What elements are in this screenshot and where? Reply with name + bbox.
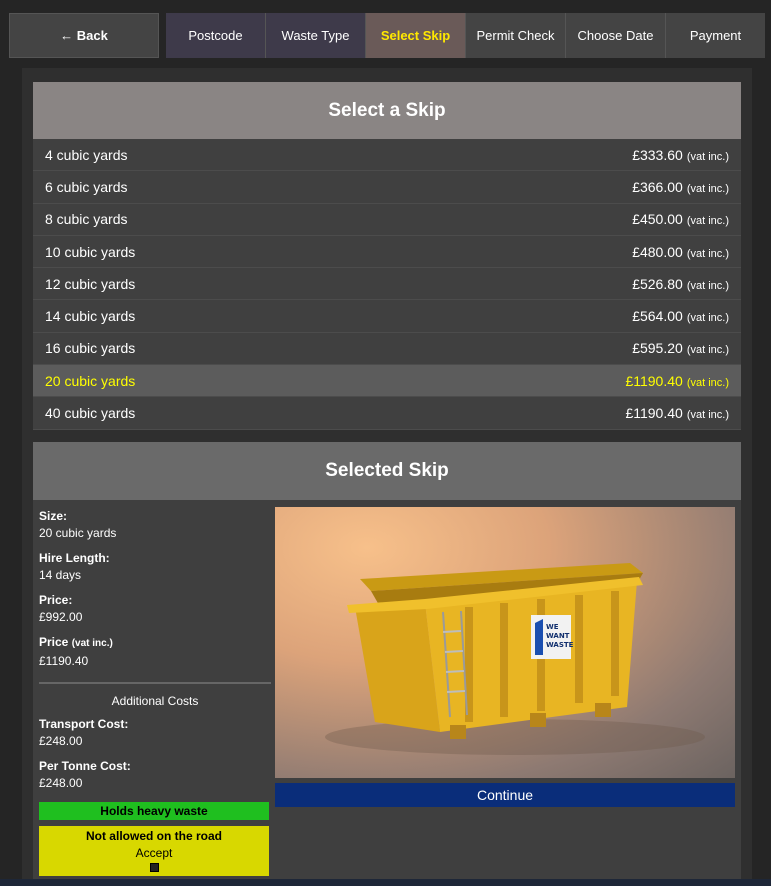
- additional-costs-heading: Additional Costs: [111, 694, 199, 708]
- price-vat-label: Price (vat inc.): [39, 634, 271, 652]
- skip-price-value: £1190.40: [625, 372, 683, 389]
- price-vat-value: £1190.40: [39, 654, 89, 668]
- step-payment[interactable]: Payment: [666, 13, 765, 58]
- skip-price-value: £480.00: [632, 243, 683, 260]
- skip-price-value: £564.00: [632, 308, 683, 325]
- skip-size: 16 cubic yards: [45, 340, 136, 357]
- skip-price-value: £366.00: [632, 178, 683, 195]
- vat-note: (vat inc.): [686, 409, 729, 422]
- skip-size: 10 cubic yards: [45, 243, 136, 260]
- price-value: £992.00: [39, 610, 83, 624]
- vat-note: (vat inc.): [686, 215, 729, 228]
- vat-note: (vat inc.): [686, 312, 729, 325]
- skip-price: £1190.40 (vat inc.): [625, 373, 729, 389]
- skip-price: £450.00 (vat inc.): [632, 211, 729, 227]
- skip-row-6[interactable]: 6 cubic yards £366.00 (vat inc.): [33, 171, 741, 204]
- back-button[interactable]: ← Back: [9, 13, 159, 58]
- price-vat-label-text: Price: [39, 635, 69, 649]
- vat-note: (vat inc.): [686, 247, 729, 260]
- skip-list-title: Select a Skip: [33, 82, 741, 139]
- bottom-bar: [0, 879, 771, 886]
- skip-price: £1190.40 (vat inc.): [625, 405, 729, 421]
- transport-cost-value: £248.00: [39, 734, 83, 748]
- skip-row-14[interactable]: 14 cubic yards £564.00 (vat inc.): [33, 300, 741, 333]
- continue-button[interactable]: Continue: [275, 783, 735, 807]
- skip-price-value: £333.60: [632, 146, 683, 163]
- skip-details: Size: 20 cubic yards Hire Length: 14 day…: [39, 508, 271, 792]
- skip-size: 12 cubic yards: [45, 275, 136, 292]
- divider: [39, 682, 271, 684]
- skip-price: £333.60 (vat inc.): [632, 147, 729, 163]
- heavy-waste-badge: Holds heavy waste: [39, 802, 269, 820]
- skip-row-20-selected[interactable]: 20 cubic yards £1190.40 (vat inc.): [33, 365, 741, 398]
- step-nav: Postcode Waste Type Select Skip Permit C…: [166, 13, 765, 58]
- skip-size: 40 cubic yards: [45, 405, 136, 422]
- skip-price-value: £450.00: [632, 211, 683, 228]
- selected-skip-title: Selected Skip: [33, 442, 741, 500]
- skip-price: £564.00 (vat inc.): [632, 308, 729, 324]
- step-choose-date[interactable]: Choose Date: [566, 13, 666, 58]
- size-value: 20 cubic yards: [39, 526, 117, 540]
- road-warning-text: Not allowed on the road: [85, 829, 222, 843]
- per-tonne-cost-value: £248.00: [39, 776, 83, 790]
- hire-length-value: 14 days: [39, 568, 82, 582]
- accept-checkbox[interactable]: [149, 863, 159, 872]
- skip-price-value: £526.80: [632, 275, 683, 292]
- vat-note: (vat inc.): [686, 344, 729, 357]
- vat-note: (vat inc.): [686, 279, 729, 292]
- skip-price-value: £595.20: [632, 340, 683, 357]
- transport-cost-label: Transport Cost:: [39, 717, 129, 731]
- price-vat-note: (vat inc.): [71, 638, 113, 649]
- size-label: Size:: [39, 509, 68, 523]
- skip-row-12[interactable]: 12 cubic yards £526.80 (vat inc.): [33, 268, 741, 301]
- selected-skip-panel: Size: 20 cubic yards Hire Length: 14 day…: [33, 500, 741, 886]
- skip-size: 6 cubic yards: [45, 178, 128, 195]
- step-waste-type[interactable]: Waste Type: [266, 13, 366, 58]
- road-warning-box: Not allowed on the road Accept: [39, 826, 269, 876]
- accept-label: Accept: [135, 846, 173, 860]
- per-tonne-cost-label: Per Tonne Cost:: [39, 759, 131, 773]
- step-select-skip[interactable]: Select Skip: [366, 13, 466, 58]
- skip-list: 4 cubic yards £333.60 (vat inc.) 6 cubic …: [33, 139, 741, 430]
- skip-size: 14 cubic yards: [45, 308, 136, 325]
- skip-row-4[interactable]: 4 cubic yards £333.60 (vat inc.): [33, 139, 741, 172]
- skip-size: 8 cubic yards: [45, 211, 128, 228]
- skip-row-10[interactable]: 10 cubic yards £480.00 (vat inc.): [33, 235, 741, 269]
- skip-price-value: £1190.40: [625, 405, 683, 422]
- price-label: Price:: [39, 593, 73, 607]
- skip-price: £480.00 (vat inc.): [632, 244, 729, 260]
- skip-size: 20 cubic yards: [45, 372, 136, 389]
- skip-row-16[interactable]: 16 cubic yards £595.20 (vat inc.): [33, 332, 741, 366]
- skip-size: 4 cubic yards: [45, 146, 128, 163]
- skip-row-8[interactable]: 8 cubic yards £450.00 (vat inc.): [33, 203, 741, 236]
- hire-length-label: Hire Length:: [39, 551, 110, 565]
- step-postcode[interactable]: Postcode: [166, 13, 266, 58]
- step-permit-check[interactable]: Permit Check: [466, 13, 566, 58]
- skip-icon: WE WANT WASTE: [325, 563, 705, 755]
- vat-note: (vat inc.): [686, 150, 729, 163]
- skip-price: £595.20 (vat inc.): [632, 340, 729, 356]
- app-window: ← Back Postcode Waste Type Select Skip P…: [0, 0, 771, 886]
- skip-price: £526.80 (vat inc.): [632, 276, 729, 292]
- vat-note: (vat inc.): [686, 376, 729, 389]
- skip-price: £366.00 (vat inc.): [632, 179, 729, 195]
- vat-note: (vat inc.): [686, 182, 729, 195]
- skip-row-40[interactable]: 40 cubic yards £1190.40 (vat inc.): [33, 397, 741, 430]
- skip-image: WE WANT WASTE: [275, 507, 735, 778]
